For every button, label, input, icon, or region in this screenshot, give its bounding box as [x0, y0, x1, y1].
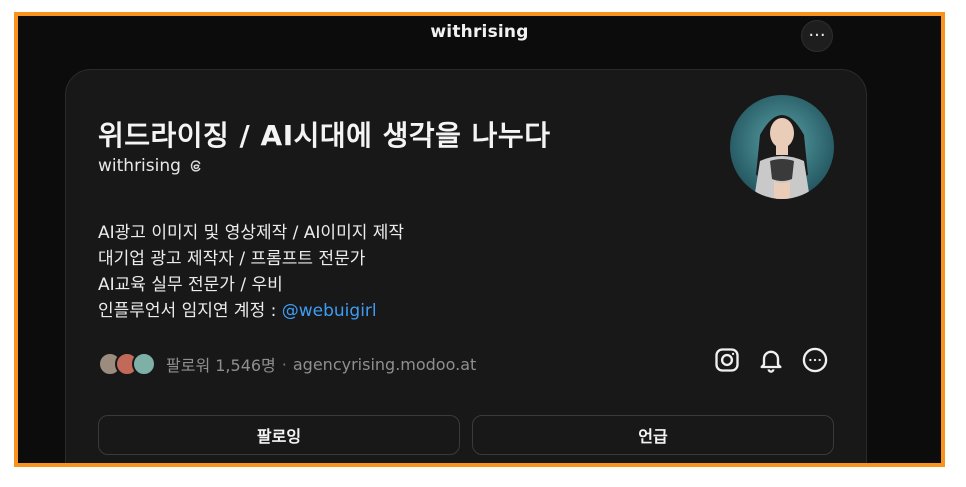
- mention-button[interactable]: 언급: [472, 415, 834, 455]
- following-button[interactable]: 팔로잉: [98, 415, 460, 455]
- threads-icon[interactable]: [187, 157, 205, 175]
- more-icon: [802, 347, 828, 373]
- profile-username: withrising: [98, 156, 181, 176]
- profile-card: 위드라이징 / AI시대에 생각을 나누다 withrising AI광고 이미…: [65, 69, 867, 463]
- instagram-icon: [715, 348, 739, 372]
- follower-avatars[interactable]: [98, 352, 156, 376]
- avatar[interactable]: [730, 95, 834, 199]
- bio-line-text: 인플루언서 임지연 계정 :: [98, 301, 282, 321]
- profile-display-name: 위드라이징 / AI시대에 생각을 나누다: [98, 119, 551, 152]
- top-bar: withrising ···: [18, 16, 941, 62]
- bio-line: AI광고 이미지 및 영상제작 / AI이미지 제작: [98, 223, 405, 243]
- username-row: withrising: [98, 156, 205, 176]
- bell-icon: [760, 350, 782, 373]
- more-button[interactable]: [800, 345, 830, 375]
- instagram-button[interactable]: [712, 345, 742, 375]
- notifications-button[interactable]: [756, 345, 786, 375]
- bio-line: 인플루언서 임지연 계정 : @webuigirl: [98, 298, 404, 324]
- followers-row: 팔로워 1,546명 · agencyrising.modoo.at: [98, 352, 476, 376]
- window-frame: withrising ··· 위드라이징 / AI시대에 생각을 나누다 wit…: [14, 12, 945, 467]
- bio-line: AI교육 실무 전문가 / 우비: [98, 275, 283, 295]
- follower-avatar: [132, 352, 156, 376]
- bio-line: 대기업 광고 제작자 / 프롬프트 전문가: [98, 249, 366, 269]
- follower-count[interactable]: 팔로워 1,546명: [166, 352, 276, 376]
- mention-link[interactable]: @webuigirl: [282, 301, 377, 321]
- profile-bio: AI광고 이미지 및 영상제작 / AI이미지 제작 대기업 광고 제작자 / …: [98, 220, 404, 324]
- separator-dot: ·: [281, 354, 287, 374]
- ellipsis-icon: ···: [808, 25, 826, 46]
- profile-actions: [712, 345, 830, 375]
- profile-link[interactable]: agencyrising.modoo.at: [293, 355, 476, 374]
- more-options-button[interactable]: ···: [801, 20, 833, 52]
